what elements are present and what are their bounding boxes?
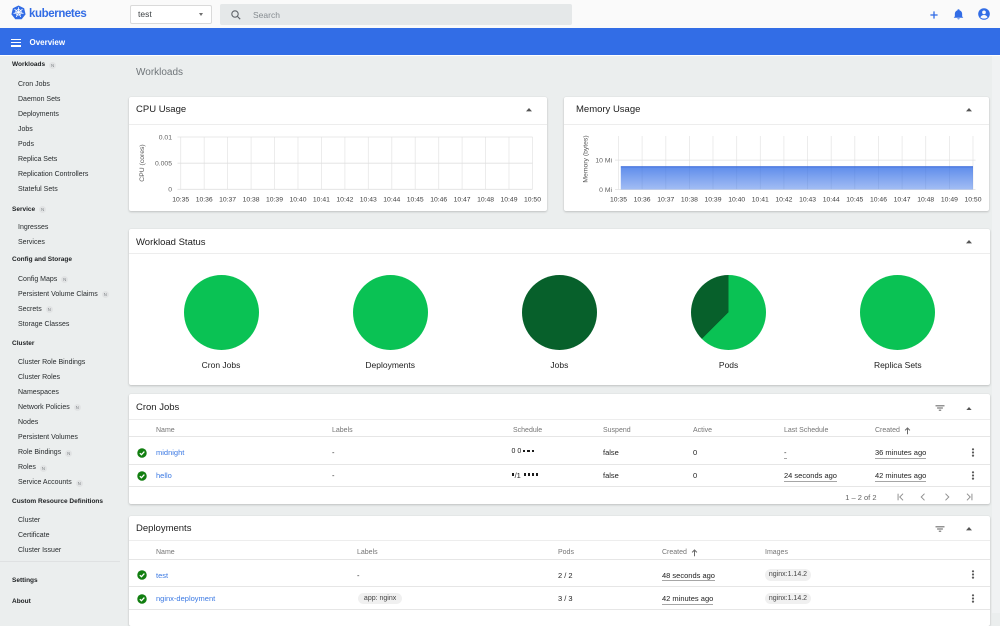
svg-text:10:41: 10:41 (752, 196, 769, 203)
svg-text:10:38: 10:38 (243, 196, 260, 203)
svg-text:10:37: 10:37 (219, 196, 236, 203)
svg-text:10:35: 10:35 (172, 196, 189, 203)
svg-text:10:48: 10:48 (917, 196, 934, 203)
svg-text:10:40: 10:40 (728, 196, 745, 203)
svg-text:0.005: 0.005 (155, 160, 172, 167)
svg-text:10:39: 10:39 (704, 196, 721, 203)
svg-text:0 Mi: 0 Mi (599, 187, 612, 194)
svg-text:0: 0 (168, 187, 172, 194)
svg-text:10:40: 10:40 (289, 196, 306, 203)
svg-text:10:49: 10:49 (500, 196, 517, 203)
svg-text:10:45: 10:45 (846, 196, 863, 203)
svg-text:10:38: 10:38 (681, 196, 698, 203)
svg-text:10:46: 10:46 (430, 196, 447, 203)
svg-text:10:48: 10:48 (477, 196, 494, 203)
svg-text:10:44: 10:44 (383, 196, 400, 203)
svg-text:10:47: 10:47 (894, 196, 911, 203)
svg-text:10:41: 10:41 (313, 196, 330, 203)
svg-text:10:50: 10:50 (964, 196, 981, 203)
svg-text:10:43: 10:43 (360, 196, 377, 203)
svg-text:10:42: 10:42 (775, 196, 792, 203)
svg-text:Memory (bytes): Memory (bytes) (583, 135, 590, 182)
svg-text:10 Mi: 10 Mi (595, 157, 612, 164)
svg-text:10:36: 10:36 (196, 196, 213, 203)
svg-text:10:44: 10:44 (823, 196, 840, 203)
svg-text:10:39: 10:39 (266, 196, 283, 203)
svg-text:10:49: 10:49 (941, 196, 958, 203)
svg-text:10:47: 10:47 (454, 196, 471, 203)
svg-text:10:43: 10:43 (799, 196, 816, 203)
svg-text:10:37: 10:37 (657, 196, 674, 203)
svg-text:10:35: 10:35 (610, 196, 627, 203)
svg-text:10:42: 10:42 (336, 196, 353, 203)
svg-text:10:45: 10:45 (407, 196, 424, 203)
svg-text:10:36: 10:36 (634, 196, 651, 203)
svg-text:10:50: 10:50 (524, 196, 541, 203)
svg-text:10:46: 10:46 (870, 196, 887, 203)
svg-text:0.01: 0.01 (159, 134, 172, 141)
svg-text:CPU (cores): CPU (cores) (139, 144, 146, 181)
